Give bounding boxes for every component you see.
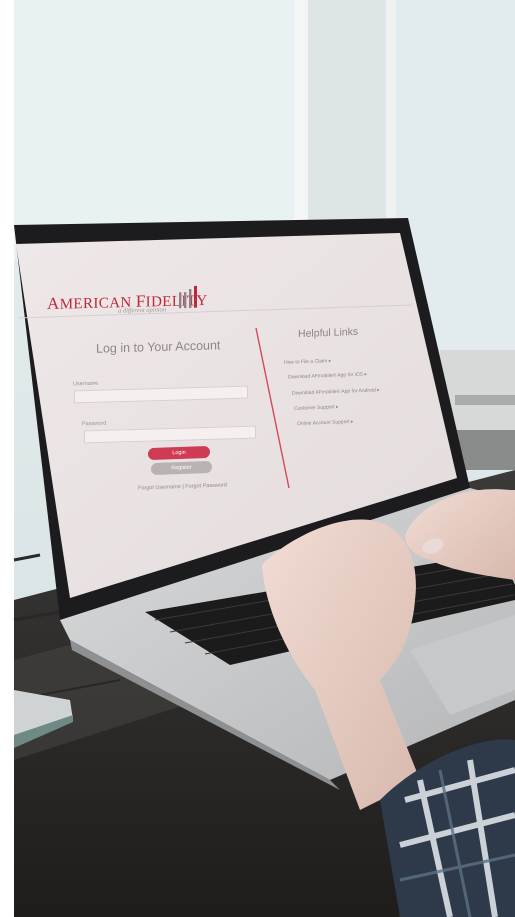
photo-scene: AMERICAN FIDELITY a different opinion Lo… bbox=[0, 0, 515, 917]
photo-background bbox=[0, 0, 515, 917]
